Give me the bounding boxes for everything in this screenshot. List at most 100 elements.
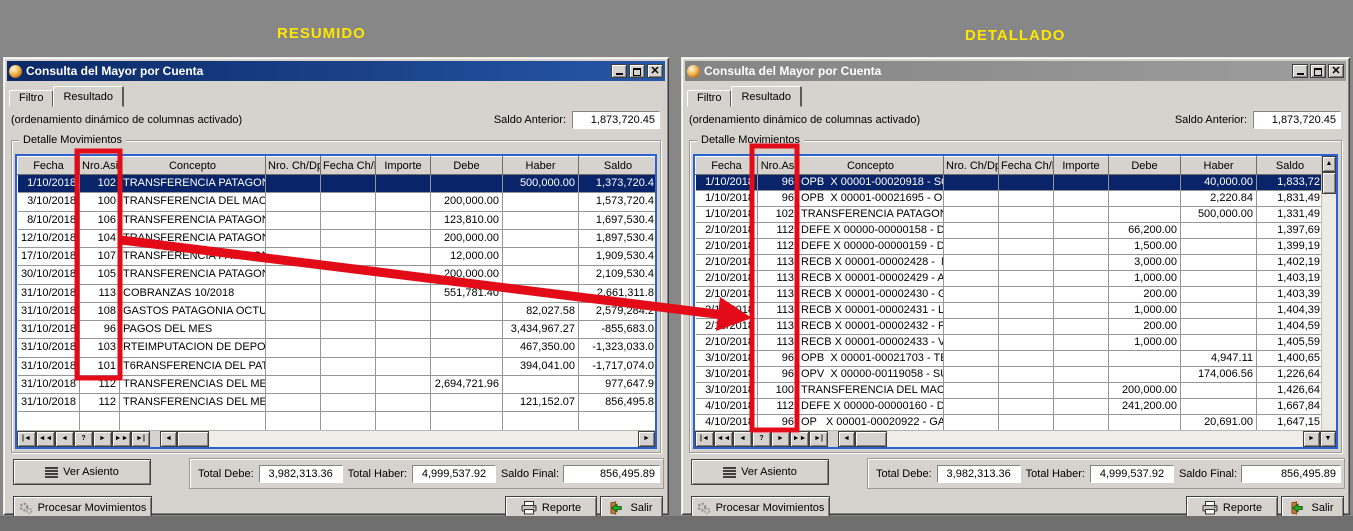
column-header-haber[interactable]: Haber (503, 157, 579, 175)
table-row[interactable]: 31/10/2018108GASTOS PATAGONIA OCTU82,027… (18, 302, 656, 320)
ver-asiento-button[interactable]: Ver Asiento (691, 459, 829, 485)
table-row[interactable]: 2/10/2018113RECB X 00001-00002428 - N3,0… (696, 255, 1322, 271)
nav-prior-page-button[interactable]: ◄◄ (36, 431, 55, 447)
table-row[interactable]: 2/10/2018113RECB X 00001-00002431 - LA1,… (696, 303, 1322, 319)
titlebar[interactable]: Consulta del Mayor por Cuenta ✕ (685, 61, 1346, 81)
column-header-nro-ch-dp[interactable]: Nro. Ch/Dp (944, 157, 999, 175)
table-row[interactable]: 3/10/2018100TRANSFERENCIA DEL MACR200,00… (696, 383, 1322, 399)
cell (376, 357, 431, 375)
nav-refresh-button[interactable]: ? (752, 431, 771, 447)
cell: TRANSFERENCIA PATAGON (120, 211, 266, 229)
table-row[interactable]: 3/10/201896OPB X 00001-00021703 - TE4,94… (696, 351, 1322, 367)
column-header-nro-ch-dp[interactable]: Nro. Ch/Dp (266, 157, 321, 175)
table-row[interactable]: 4/10/201896OP X 00001-00020922 - GAL20,6… (696, 415, 1322, 431)
table-row[interactable]: 2/10/2018113RECB X 00001-00002432 - PE20… (696, 319, 1322, 335)
cell (321, 321, 376, 339)
nav-next-page-button[interactable]: ►► (112, 431, 131, 447)
tab-resultado[interactable]: Resultado (731, 86, 802, 107)
hscroll-thumb[interactable] (177, 431, 209, 447)
tab-filtro[interactable]: Filtro (687, 90, 731, 107)
table-row[interactable]: 4/10/2018112DEFE X 00000-00000160 - DE24… (696, 399, 1322, 415)
hscroll-thumb[interactable] (855, 431, 887, 447)
table-row[interactable]: 17/10/2018107TRANSFERENCIA PATAGON12,000… (18, 248, 656, 266)
hscroll-right-button[interactable]: ► (1303, 431, 1320, 447)
cell (321, 193, 376, 211)
table-row[interactable]: 1/10/2018102TRANSFERENCIA PATAGON500,000… (696, 207, 1322, 223)
table-row[interactable]: 3/10/201896OPV X 00000-00119058 - SU174,… (696, 367, 1322, 383)
cell: 3/10/2018 (696, 351, 758, 367)
cell (1109, 415, 1181, 431)
column-header-fecha[interactable]: Fecha (696, 157, 758, 175)
nav-next-page-button[interactable]: ►► (790, 431, 809, 447)
table-row[interactable]: 31/10/2018113COBRANZAS 10/2018551,781.40… (18, 284, 656, 302)
table-row[interactable]: 31/10/2018101T6RANSFERENCIA DEL PAT394,0… (18, 357, 656, 375)
close-button[interactable]: ✕ (1328, 64, 1344, 78)
table-row[interactable]: 2/10/2018112DEFE X 00000-00000159 - DE1,… (696, 239, 1322, 255)
vertical-scrollbar[interactable]: ▲ (1321, 156, 1336, 430)
tab-filtro[interactable]: Filtro (9, 90, 53, 107)
column-header-nro-as[interactable]: Nro.As (758, 157, 798, 175)
nav-last-button[interactable]: ►| (809, 431, 828, 447)
column-header-fecha-ch-d[interactable]: Fecha Ch/D (321, 157, 376, 175)
hscroll-left-button[interactable]: ◄ (160, 431, 177, 447)
column-header-nro-asi[interactable]: Nro.Asi (80, 157, 120, 175)
table-row[interactable]: 3/10/2018100TRANSFERENCIA DEL MACR200,00… (18, 193, 656, 211)
column-header-importe[interactable]: Importe (1054, 157, 1109, 175)
table-row[interactable]: 31/10/201896PAGOS DEL MES3,434,967.27-85… (18, 321, 656, 339)
table-row[interactable]: 2/10/2018112DEFE X 00000-00000158 - DE66… (696, 223, 1322, 239)
record-navigator: |◄◄◄◄?►►►►| ◄ ► (17, 430, 655, 447)
hscroll-left-button[interactable]: ◄ (838, 431, 855, 447)
cell (266, 284, 321, 302)
table-row[interactable]: 2/10/2018113RECB X 00001-00002430 - GO20… (696, 287, 1322, 303)
table-row[interactable]: 8/10/2018106TRANSFERENCIA PATAGON123,810… (18, 211, 656, 229)
cell (999, 207, 1054, 223)
nav-first-button[interactable]: |◄ (17, 431, 36, 447)
table-row[interactable]: 31/10/2018103RTEIMPUTACION DE DEPOS467,3… (18, 339, 656, 357)
hscroll-track[interactable] (887, 431, 1303, 447)
table-row[interactable]: 31/10/2018112TRANSFERENCIAS DEL MES2,694… (18, 375, 656, 393)
close-button[interactable]: ✕ (647, 64, 663, 78)
table-row[interactable]: 30/10/2018105TRANSFERENCIA PATAGON200,00… (18, 266, 656, 284)
minimize-button[interactable] (1292, 64, 1308, 78)
maximize-button[interactable] (1310, 64, 1326, 78)
vscroll-down-button[interactable]: ▼ (1320, 431, 1336, 447)
table-row[interactable]: 12/10/2018104TRANSFERENCIA PATAGON200,00… (18, 229, 656, 247)
hscroll-right-button[interactable]: ► (638, 431, 655, 447)
column-header-concepto[interactable]: Concepto (120, 157, 266, 175)
nav-last-button[interactable]: ►| (131, 431, 150, 447)
cell: 30/10/2018 (18, 266, 80, 284)
nav-next-button[interactable]: ► (771, 431, 790, 447)
column-header-fecha-ch-d[interactable]: Fecha Ch/D (999, 157, 1054, 175)
column-header-importe[interactable]: Importe (376, 157, 431, 175)
table-row[interactable]: 31/10/2018112TRANSFERENCIAS DEL MES121,1… (18, 394, 656, 412)
cell: RECB X 00001-00002429 - AF (798, 271, 944, 287)
table-row[interactable]: 2/10/2018113RECB X 00001-00002433 - VI1,… (696, 335, 1322, 351)
cell: 1,399,19 (1257, 239, 1322, 255)
table-row[interactable]: 1/10/201896OPB X 00001-00020918 - SO40,0… (696, 175, 1322, 191)
nav-prior-page-button[interactable]: ◄◄ (714, 431, 733, 447)
nav-prior-button[interactable]: ◄ (733, 431, 752, 447)
table-row[interactable]: 1/10/2018102TRANSFERENCIA PATAGON500,000… (18, 175, 656, 193)
column-header-saldo[interactable]: Saldo (579, 157, 656, 175)
cell: TRANSFERENCIA PATAGON (120, 266, 266, 284)
column-header-fecha[interactable]: Fecha (18, 157, 80, 175)
maximize-button[interactable] (629, 64, 645, 78)
nav-first-button[interactable]: |◄ (695, 431, 714, 447)
nav-refresh-button[interactable]: ? (74, 431, 93, 447)
tab-resultado[interactable]: Resultado (53, 86, 124, 107)
column-header-haber[interactable]: Haber (1181, 157, 1257, 175)
titlebar[interactable]: Consulta del Mayor por Cuenta ✕ (7, 61, 665, 81)
table-row[interactable]: 1/10/201896OPB X 00001-00021695 - OS2,22… (696, 191, 1322, 207)
nav-prior-button[interactable]: ◄ (55, 431, 74, 447)
vscroll-up-button[interactable]: ▲ (1322, 156, 1336, 172)
table-row[interactable]: 2/10/2018113RECB X 00001-00002429 - AF1,… (696, 271, 1322, 287)
minimize-button[interactable] (611, 64, 627, 78)
column-header-concepto[interactable]: Concepto (798, 157, 944, 175)
nav-next-button[interactable]: ► (93, 431, 112, 447)
column-header-debe[interactable]: Debe (1109, 157, 1181, 175)
vscroll-thumb[interactable] (1322, 172, 1336, 194)
ver-asiento-button[interactable]: Ver Asiento (13, 459, 151, 485)
column-header-saldo[interactable]: Saldo (1257, 157, 1322, 175)
column-header-debe[interactable]: Debe (431, 157, 503, 175)
hscroll-track[interactable] (209, 431, 638, 447)
